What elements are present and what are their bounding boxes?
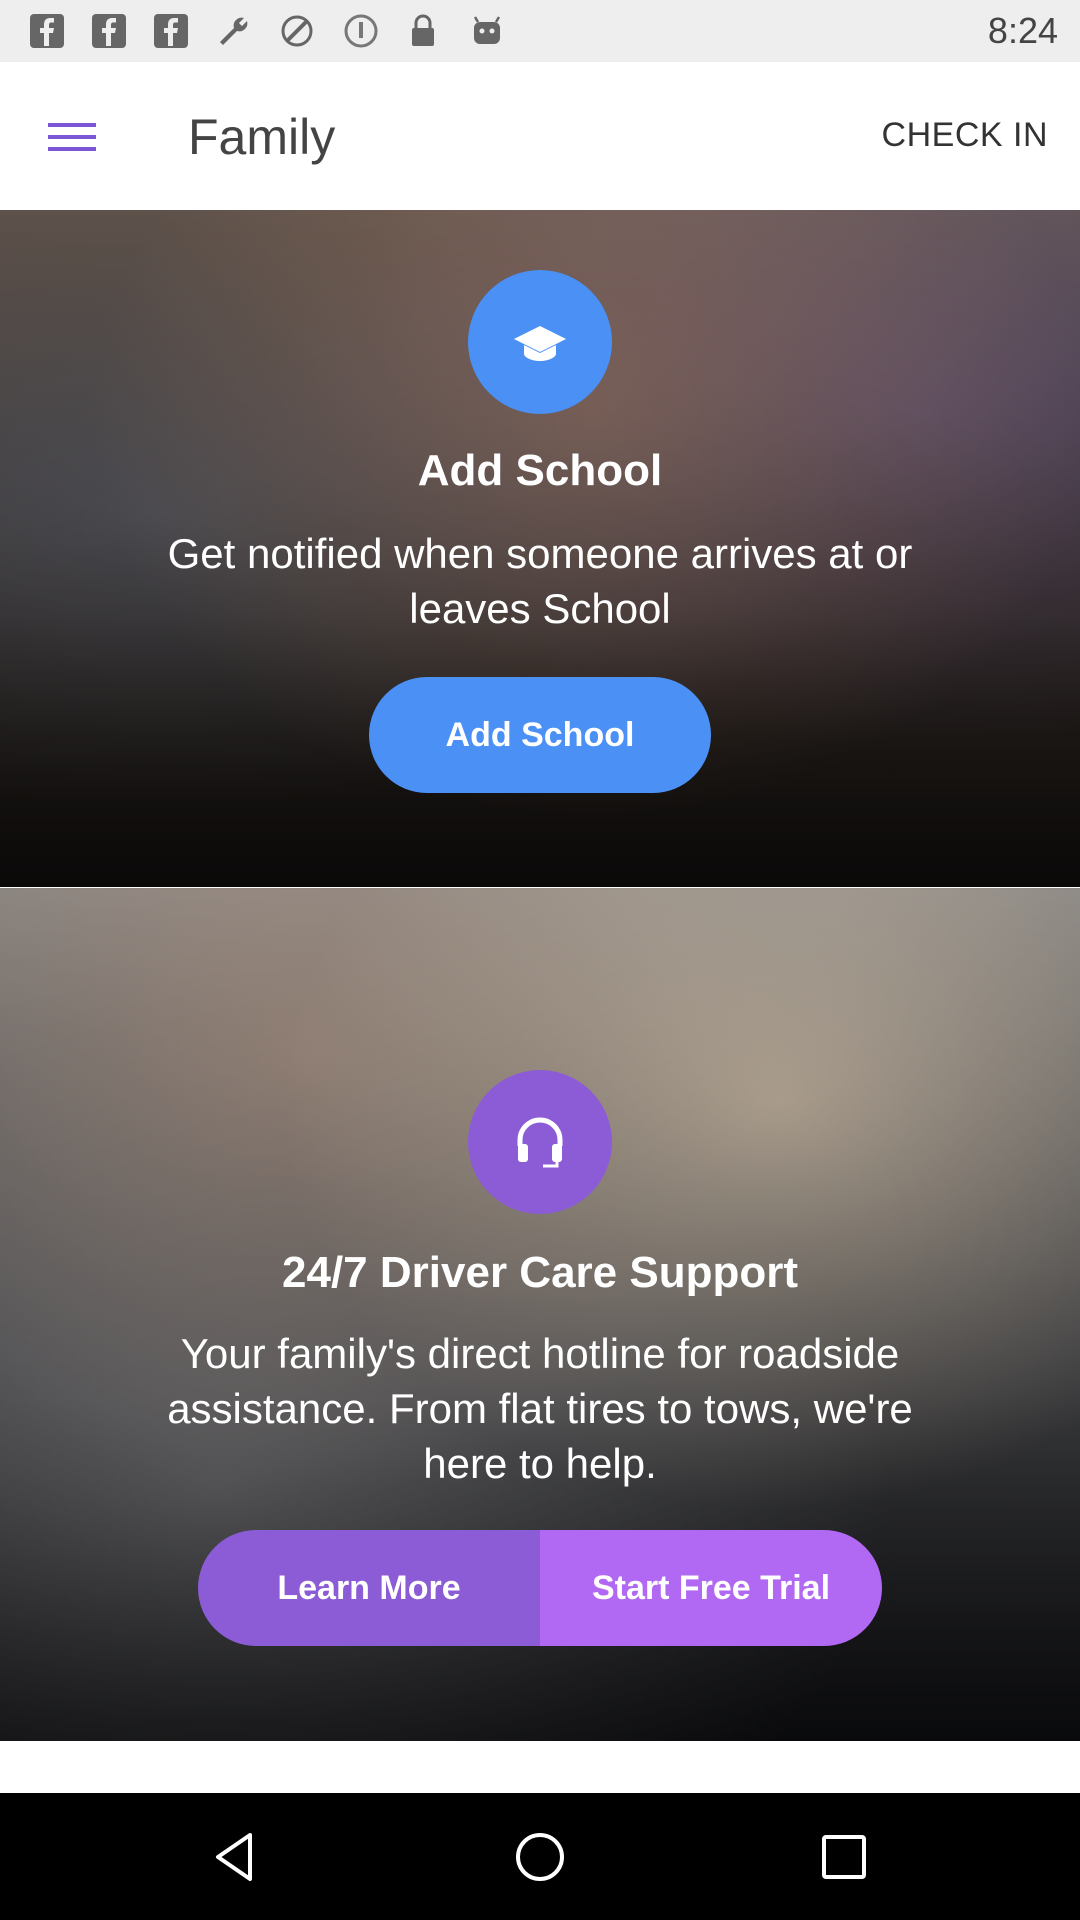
- headphones-icon: [468, 1070, 612, 1214]
- lock-icon: [404, 12, 442, 50]
- bottom-strip: [0, 1741, 1080, 1793]
- add-school-button[interactable]: Add School: [369, 677, 711, 793]
- add-school-card: Add School Get notified when someone arr…: [0, 210, 1080, 887]
- app-bar: Family CHECK IN: [0, 62, 1080, 210]
- recents-icon[interactable]: [812, 1825, 876, 1889]
- start-free-trial-button[interactable]: Start Free Trial: [540, 1530, 882, 1646]
- check-in-button[interactable]: CHECK IN: [882, 116, 1048, 155]
- menu-icon[interactable]: [48, 117, 98, 157]
- driver-care-title: 24/7 Driver Care Support: [282, 1248, 798, 1297]
- facebook-icon: [28, 12, 66, 50]
- driver-care-description: Your family's direct hotline for roadsid…: [167, 1330, 913, 1487]
- add-school-title: Add School: [417, 446, 663, 495]
- status-bar: 8:24: [0, 0, 1080, 62]
- home-icon[interactable]: [508, 1825, 572, 1889]
- navigation-bar: [0, 1793, 1080, 1920]
- facebook-icon: [90, 12, 128, 50]
- status-time: 8:24: [987, 10, 1058, 51]
- page-title: Family: [188, 109, 336, 165]
- facebook-icon: [152, 12, 190, 50]
- add-school-description: Get notified when someone arrives at or …: [167, 530, 913, 632]
- fake-gps-icon: [278, 12, 316, 50]
- learn-more-button[interactable]: Learn More: [198, 1530, 540, 1646]
- graduation-cap-icon: [468, 270, 612, 414]
- android-icon: [468, 12, 506, 50]
- back-icon[interactable]: [204, 1825, 268, 1889]
- wrench-icon: [214, 12, 252, 50]
- info-icon: [342, 12, 380, 50]
- driver-care-card: 24/7 Driver Care Support Your family's d…: [0, 888, 1080, 1741]
